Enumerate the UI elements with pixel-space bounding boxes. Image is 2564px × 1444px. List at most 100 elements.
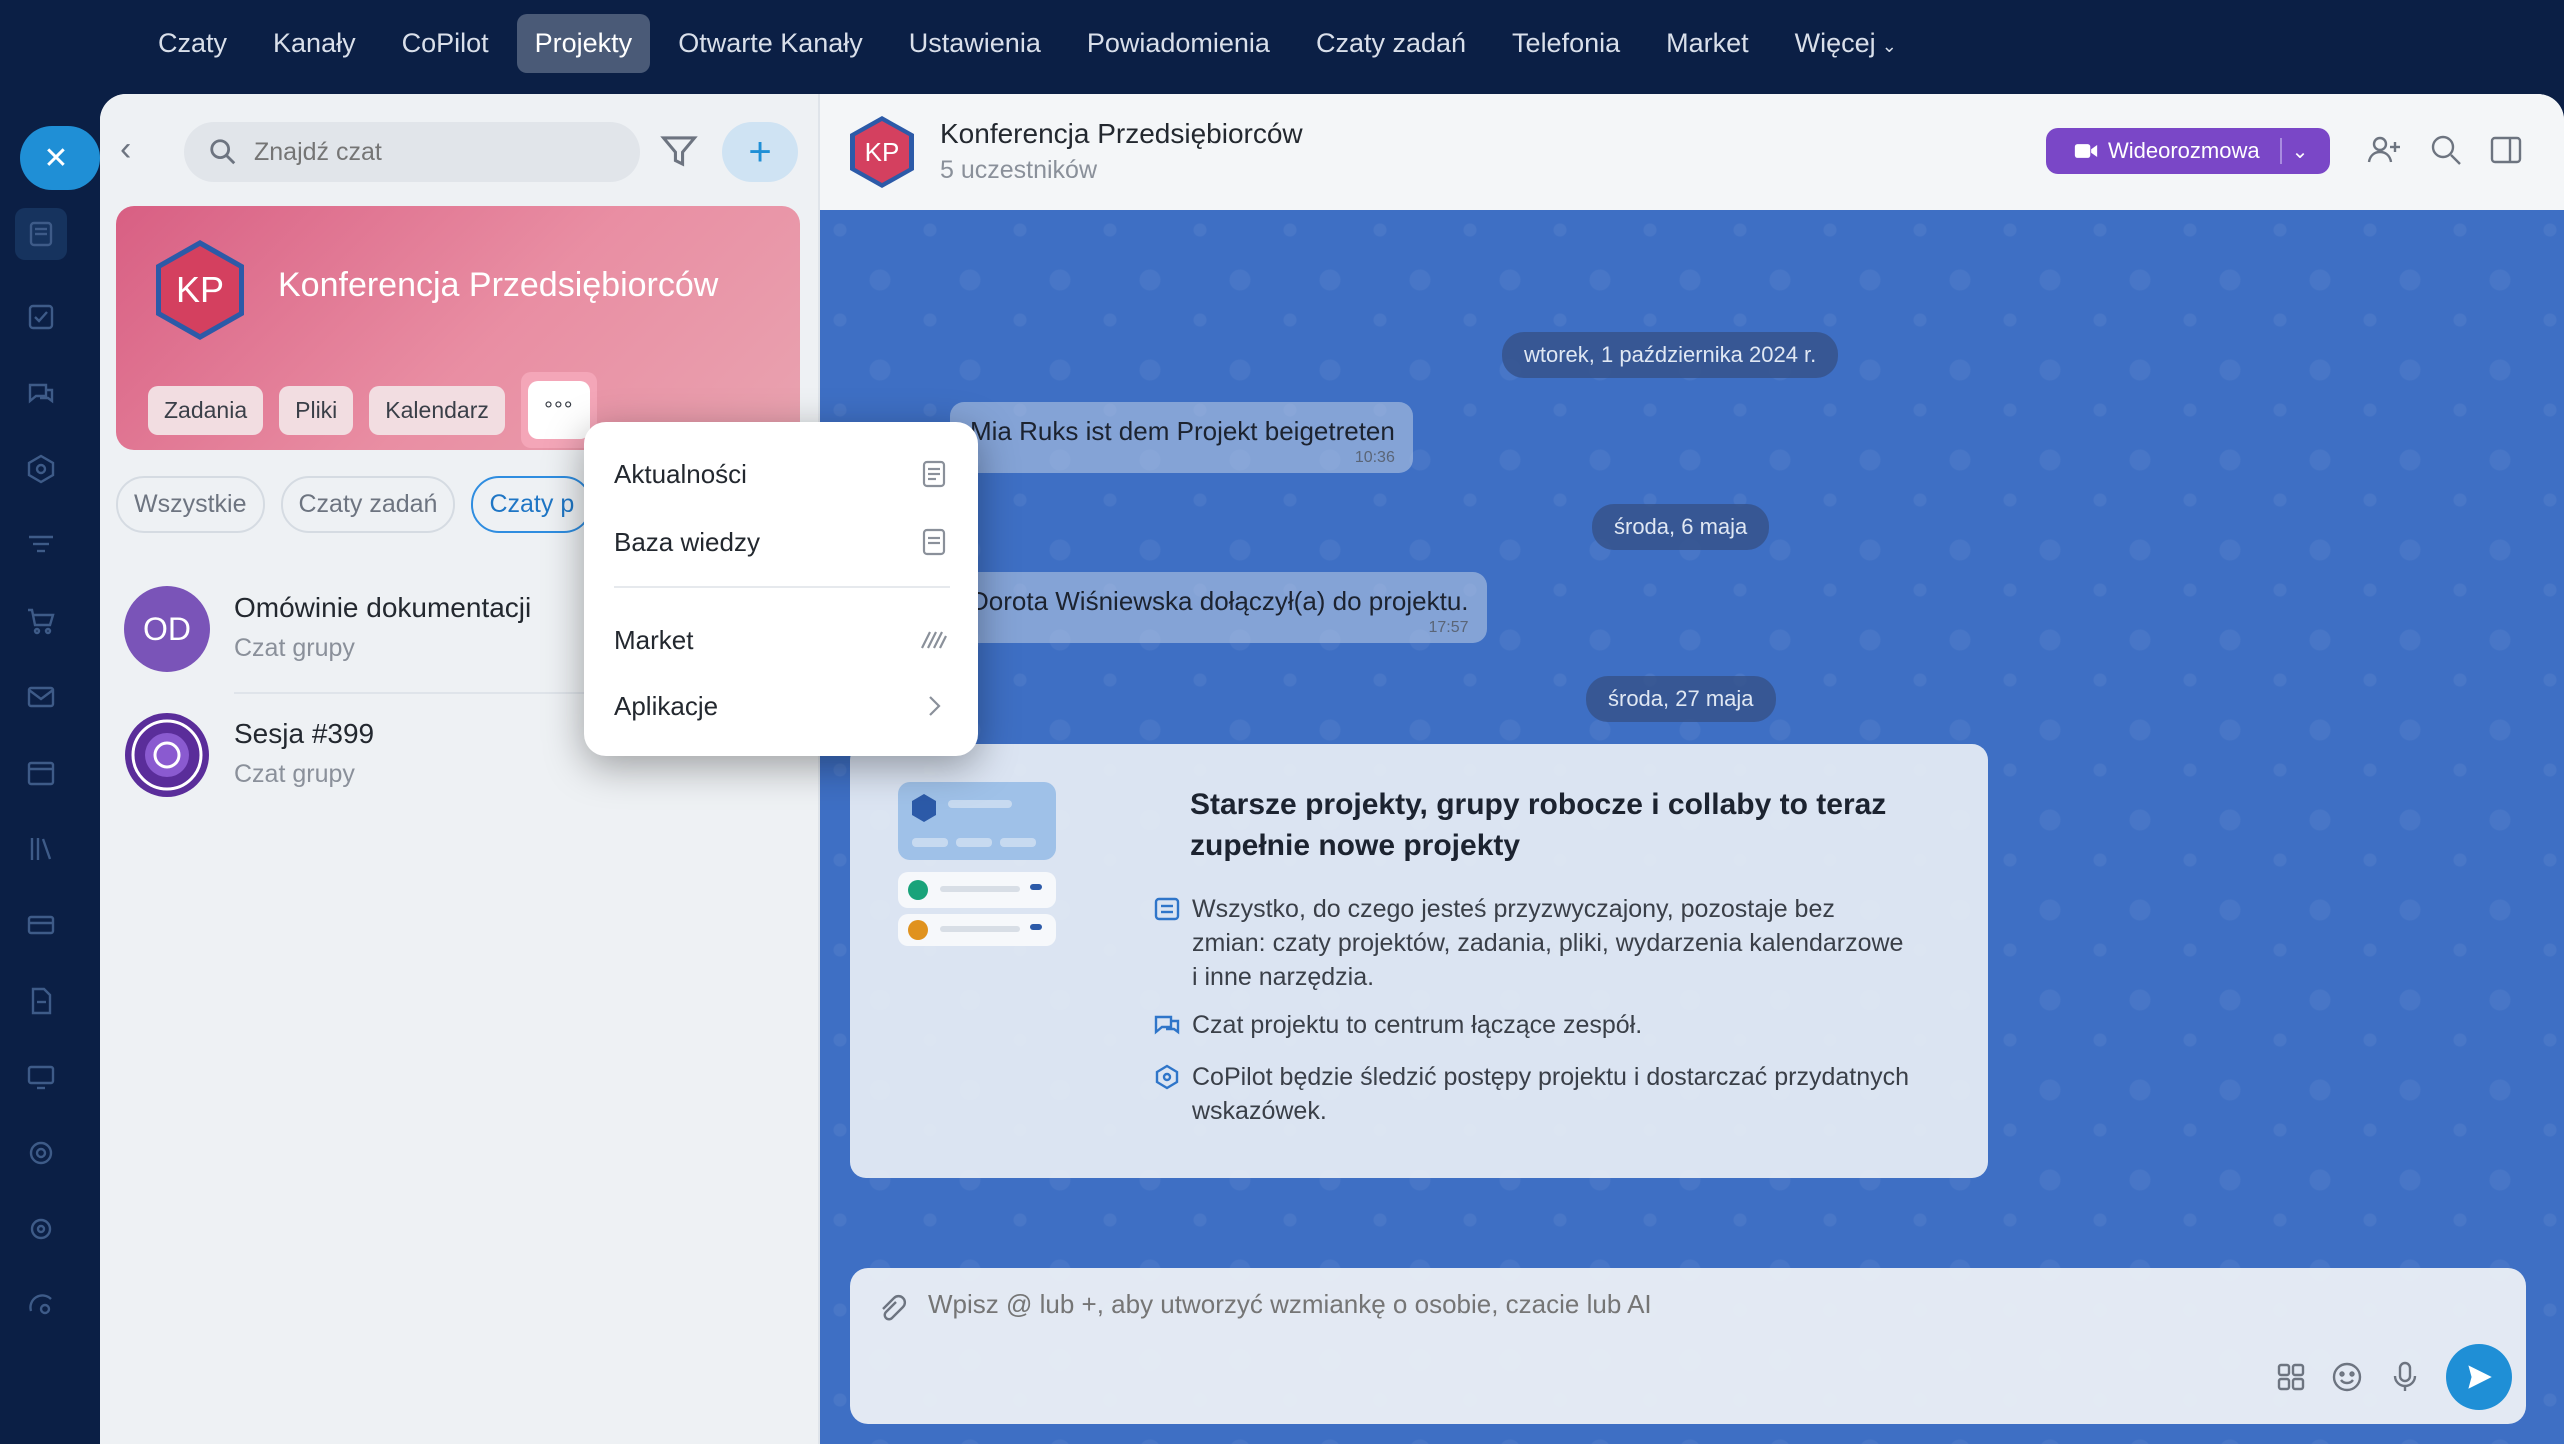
- message-text: Mia Ruks ist dem Projekt beigetreten: [970, 416, 1395, 446]
- menu-item-aktualnosci[interactable]: Aktualności: [614, 444, 950, 504]
- nav-item-copilot[interactable]: CoPilot: [384, 14, 507, 73]
- chevron-down-icon[interactable]: ⌄: [2292, 139, 2309, 164]
- more-button[interactable]: °°°: [527, 381, 590, 439]
- card-feature-item: Wszystko, do czego jesteś przyzwyczajony…: [1154, 892, 1914, 994]
- nav-item-otwarte-kanaly[interactable]: Otwarte Kanały: [660, 14, 881, 73]
- card-feature-text: CoPilot będzie śledzić postępy projektu …: [1192, 1063, 1910, 1125]
- calendar-icon[interactable]: [22, 754, 60, 792]
- nav-item-projekty[interactable]: Projekty: [516, 13, 651, 73]
- chat-avatar: KP: [850, 116, 914, 188]
- project-avatar-initials: KP: [176, 269, 224, 310]
- nav-item-czaty[interactable]: Czaty: [140, 14, 245, 73]
- left-rail: ✕: [0, 100, 100, 1444]
- board-icon[interactable]: [22, 1058, 60, 1096]
- project-actions: Zadania Pliki Kalendarz °°°: [148, 372, 597, 448]
- calendar-chip[interactable]: Kalendarz: [369, 385, 505, 435]
- back-chevron-icon[interactable]: ‹: [120, 130, 131, 169]
- card-title: Starsze projekty, grupy robocze i collab…: [1190, 788, 1887, 862]
- nav-item-ustawienia[interactable]: Ustawienia: [891, 14, 1059, 73]
- crm-funnel-icon[interactable]: [22, 526, 60, 564]
- search-input[interactable]: [252, 136, 616, 168]
- nav-item-telefonia[interactable]: Telefonia: [1494, 14, 1638, 73]
- card-feature-text: Czat projektu to centrum łączące zespół.: [1192, 1011, 1643, 1039]
- chevron-down-icon: ⌄: [1881, 35, 1897, 56]
- close-icon[interactable]: ✕: [20, 126, 100, 190]
- integration-icon[interactable]: [22, 1286, 60, 1324]
- video-call-label: Wideorozmowa: [2108, 138, 2260, 163]
- menu-item-label: Aktualności: [614, 458, 747, 489]
- cart-icon[interactable]: [22, 602, 60, 640]
- menu-item-aplikacje[interactable]: Aplikacje: [614, 676, 950, 736]
- mail-icon[interactable]: [22, 678, 60, 716]
- nav-item-market[interactable]: Market: [1648, 14, 1767, 73]
- menu-item-label: Market: [614, 624, 694, 655]
- date-separator: środa, 27 maja: [1586, 676, 1776, 722]
- tasks-chip[interactable]: Zadania: [148, 385, 264, 435]
- library-icon[interactable]: [22, 830, 60, 868]
- members-count[interactable]: 5 uczestników: [940, 156, 1097, 185]
- apps-grid-icon[interactable]: [2274, 1360, 2308, 1399]
- nav-item-powiadomienia[interactable]: Powiadomienia: [1069, 14, 1288, 73]
- system-message: Mia Ruks ist dem Projekt beigetreten 10:…: [950, 402, 1413, 473]
- chevron-right-icon: [929, 696, 941, 716]
- copilot-icon: [1154, 1064, 1180, 1090]
- knowledge-base-icon: [922, 528, 946, 556]
- chat-filters: Wszystkie Czaty zadań Czaty p: [116, 476, 593, 533]
- filter-all[interactable]: Wszystkie: [116, 476, 265, 533]
- video-call-button[interactable]: Wideorozmowa ⌄: [2046, 128, 2330, 174]
- card-feature-text: Wszystko, do czego jesteś przyzwyczajony…: [1192, 895, 1904, 991]
- chat-sidebar: ‹ + KP Konferencja Przedsiębiorców Zadan…: [100, 94, 820, 1444]
- microphone-icon[interactable]: [2388, 1360, 2422, 1399]
- chat-icon[interactable]: [22, 374, 60, 412]
- feed-icon[interactable]: [15, 208, 67, 260]
- files-chip[interactable]: Pliki: [279, 385, 354, 435]
- chat-icon: [1154, 1012, 1180, 1038]
- search-box[interactable]: [184, 122, 640, 182]
- chat-title[interactable]: Konferencja Przedsiębiorców: [940, 118, 1303, 150]
- menu-item-label: Aplikacje: [614, 690, 719, 721]
- settings-icon[interactable]: [22, 1134, 60, 1172]
- add-user-icon[interactable]: [2366, 132, 2402, 173]
- message-text: Dorota Wiśniewska dołączył(a) do projekt…: [970, 586, 1469, 616]
- project-hero: KP Konferencja Przedsiębiorców Zadania P…: [116, 206, 800, 450]
- message-composer: [850, 1268, 2526, 1424]
- send-button[interactable]: [2446, 1344, 2512, 1410]
- card-icon[interactable]: [22, 906, 60, 944]
- chat-type: Czat grupy: [234, 760, 355, 788]
- market-icon: [921, 631, 947, 649]
- session-avatar-icon: [125, 713, 209, 797]
- copilot-icon[interactable]: [22, 450, 60, 488]
- project-avatar: KP: [156, 240, 244, 340]
- filter-project-chats[interactable]: Czaty p: [471, 476, 593, 533]
- card-feature-item: Czat projektu to centrum łączące zespół.: [1154, 1008, 1914, 1042]
- document-icon[interactable]: [22, 982, 60, 1020]
- filter-icon[interactable]: [660, 132, 698, 175]
- avatar: OD: [124, 586, 210, 672]
- chat-header: KP Konferencja Przedsiębiorców 5 uczestn…: [820, 94, 2564, 210]
- menu-item-market[interactable]: Market: [614, 610, 950, 670]
- more-dropdown-menu: Aktualności Baza wiedzy Market Aplikacje: [584, 422, 978, 756]
- message-input[interactable]: [926, 1288, 2130, 1321]
- nav-item-kanaly[interactable]: Kanały: [255, 14, 374, 73]
- add-chat-button[interactable]: +: [722, 122, 798, 182]
- info-card: Starsze projekty, grupy robocze i collab…: [850, 744, 1988, 1178]
- paperclip-icon[interactable]: [876, 1294, 908, 1331]
- menu-item-baza-wiedzy[interactable]: Baza wiedzy: [614, 512, 950, 572]
- nav-item-wiecej[interactable]: Więcej ⌄: [1777, 14, 1915, 73]
- filter-task-chats[interactable]: Czaty zadań: [280, 476, 456, 533]
- top-navigation: Czaty Kanały CoPilot Projekty Otwarte Ka…: [0, 0, 2564, 86]
- tasks-icon[interactable]: [22, 298, 60, 336]
- gear-icon[interactable]: [22, 1210, 60, 1248]
- nav-item-czaty-zadan[interactable]: Czaty zadań: [1298, 14, 1484, 73]
- sidebar-toggle-icon[interactable]: [2488, 132, 2524, 173]
- chat-name: Sesja #399: [234, 718, 375, 749]
- camera-icon: [2074, 144, 2098, 158]
- search-icon: [210, 139, 236, 165]
- project-title: Konferencja Przedsiębiorców: [278, 266, 719, 304]
- checklist-icon: [1154, 896, 1180, 922]
- chat-avatar-initials: KP: [865, 137, 900, 167]
- system-message: Dorota Wiśniewska dołączył(a) do projekt…: [950, 572, 1487, 643]
- emoji-icon[interactable]: [2330, 1360, 2364, 1399]
- project-illustration: [898, 782, 1056, 946]
- search-icon[interactable]: [2428, 132, 2464, 173]
